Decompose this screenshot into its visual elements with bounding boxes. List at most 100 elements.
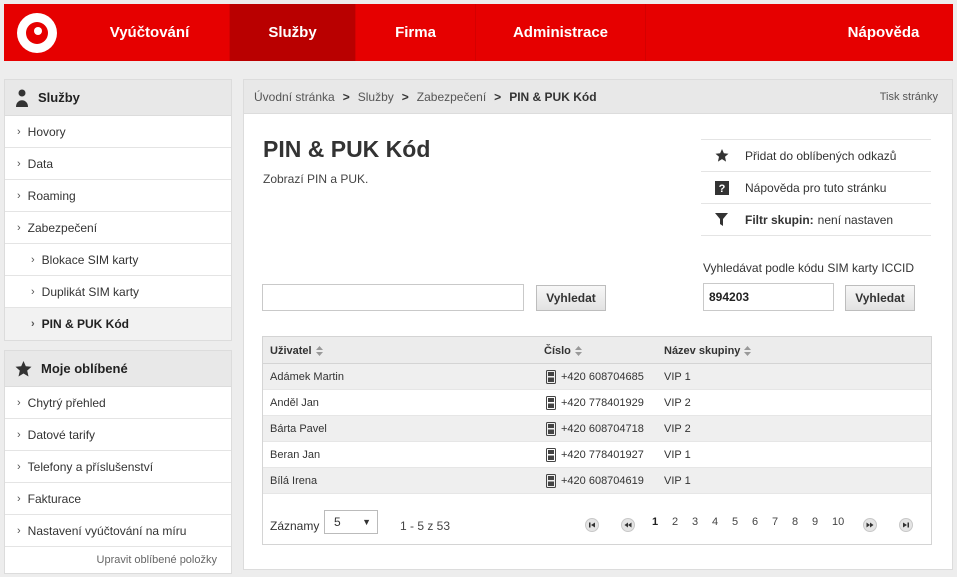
sidebar-item-label: Roaming bbox=[27, 188, 76, 203]
page-link-1[interactable]: 1 bbox=[652, 516, 658, 528]
page-link-10[interactable]: 10 bbox=[832, 516, 844, 528]
page-link-2[interactable]: 2 bbox=[672, 516, 678, 528]
nav-administrace[interactable]: Administrace bbox=[476, 4, 646, 61]
logo-cell[interactable] bbox=[4, 4, 70, 61]
group-filter-action[interactable]: Filtr skupin: není nastaven bbox=[701, 204, 931, 236]
table-row[interactable]: Bílá Irena +420 608704619 VIP 1 bbox=[263, 468, 931, 494]
page-link-6[interactable]: 6 bbox=[752, 516, 758, 528]
page-help-action[interactable]: ? Nápověda pro tuto stránku bbox=[701, 172, 931, 204]
column-header-label: Název skupiny bbox=[664, 344, 741, 357]
chevron-right-icon: › bbox=[17, 396, 21, 409]
last-page-icon[interactable] bbox=[899, 518, 913, 532]
cell-group: VIP 1 bbox=[664, 449, 691, 461]
page-link-9[interactable]: 9 bbox=[812, 516, 818, 528]
sidebar-item-zabezpeceni[interactable]: › Zabezpečení bbox=[5, 212, 231, 244]
sort-icon bbox=[744, 345, 752, 356]
main-content: Úvodní stránka > Služby > Zabezpečení > … bbox=[243, 79, 953, 570]
sidebar-item-label: Data bbox=[27, 156, 54, 171]
sort-icon bbox=[315, 345, 323, 356]
print-page-link[interactable]: Tisk stránky bbox=[880, 91, 938, 103]
table-row[interactable]: Bárta Pavel +420 608704718 VIP 2 bbox=[263, 416, 931, 442]
sidebar-item-label: Hovory bbox=[27, 124, 66, 139]
page-link-5[interactable]: 5 bbox=[732, 516, 738, 528]
svg-text:?: ? bbox=[719, 183, 726, 195]
group-filter-value: není nastaven bbox=[817, 212, 894, 227]
nav-vyuctovani[interactable]: Vyúčtování bbox=[70, 4, 230, 61]
cell-number-text: +420 778401927 bbox=[561, 449, 644, 461]
phone-icon bbox=[546, 474, 556, 488]
iccid-search-input[interactable] bbox=[703, 283, 834, 311]
sidebar-item-hovory[interactable]: › Hovory bbox=[5, 116, 231, 148]
nav-sluzby[interactable]: Služby bbox=[230, 4, 356, 61]
table-row[interactable]: Adámek Martin +420 608704685 VIP 1 bbox=[263, 364, 931, 390]
favorite-item-fakturace[interactable]: › Fakturace bbox=[5, 483, 231, 515]
star-icon bbox=[15, 360, 32, 376]
cell-user: Anděl Jan bbox=[270, 397, 319, 409]
chevron-right-icon: › bbox=[17, 157, 21, 170]
page-help-label: Nápověda pro tuto stránku bbox=[745, 180, 887, 195]
chevron-right-icon: › bbox=[17, 428, 21, 441]
favorite-item-label: Chytrý přehled bbox=[27, 395, 106, 410]
sidebar-favorites-header: Moje oblíbené bbox=[5, 351, 231, 387]
sidebar-item-data[interactable]: › Data bbox=[5, 148, 231, 180]
vodafone-logo[interactable] bbox=[17, 12, 57, 53]
page-link-3[interactable]: 3 bbox=[692, 516, 698, 528]
table-row[interactable]: Beran Jan +420 778401927 VIP 1 bbox=[263, 442, 931, 468]
table-header: Uživatel Číslo Název skupiny bbox=[263, 337, 931, 364]
cell-number: +420 608704619 bbox=[546, 468, 644, 494]
edit-favorites-link[interactable]: Upravit oblíbené položky bbox=[5, 547, 231, 573]
favorite-item-nastaveni-vyuctovani[interactable]: › Nastavení vyúčtování na míru bbox=[5, 515, 231, 547]
help-icon: ? bbox=[715, 180, 741, 195]
column-header-group[interactable]: Název skupiny bbox=[664, 337, 752, 364]
column-header-number[interactable]: Číslo bbox=[544, 337, 582, 364]
next-page-icon[interactable] bbox=[863, 518, 877, 532]
sidebar-item-roaming[interactable]: › Roaming bbox=[5, 180, 231, 212]
breadcrumb-separator: > bbox=[494, 89, 502, 104]
table-row[interactable]: Anděl Jan +420 778401929 VIP 2 bbox=[263, 390, 931, 416]
chevron-right-icon: › bbox=[17, 125, 21, 138]
breadcrumb-zabezpeceni[interactable]: Zabezpečení bbox=[417, 90, 486, 104]
breadcrumb-sluzby[interactable]: Služby bbox=[358, 90, 394, 104]
user-icon bbox=[16, 89, 28, 107]
nav-firma[interactable]: Firma bbox=[356, 4, 476, 61]
favorite-item-chytry-prehled[interactable]: › Chytrý přehled bbox=[5, 387, 231, 419]
phone-icon bbox=[546, 448, 556, 462]
column-header-label: Číslo bbox=[544, 344, 571, 357]
sidebar-favorites: Moje oblíbené › Chytrý přehled › Datové ta… bbox=[4, 350, 232, 574]
cell-number-text: +420 608704619 bbox=[561, 475, 644, 487]
breadcrumb-home[interactable]: Úvodní stránka bbox=[254, 90, 335, 104]
chevron-right-icon: › bbox=[17, 221, 21, 234]
cell-user: Bárta Pavel bbox=[270, 423, 327, 435]
page-link-7[interactable]: 7 bbox=[772, 516, 778, 528]
first-page-icon[interactable] bbox=[585, 518, 599, 532]
sidebar-services-header: Služby bbox=[5, 80, 231, 116]
records-per-page-select[interactable]: 5 ▼ bbox=[324, 510, 378, 534]
chevron-right-icon: › bbox=[31, 253, 35, 266]
prev-page-icon[interactable] bbox=[621, 518, 635, 532]
add-favorite-action[interactable]: Přidat do oblíbených odkazů bbox=[701, 140, 931, 172]
search-button[interactable]: Vyhledat bbox=[536, 285, 606, 311]
sidebar-item-duplikat-sim[interactable]: › Duplikát SIM karty bbox=[5, 276, 231, 308]
favorite-item-datove-tarify[interactable]: › Datové tarify bbox=[5, 419, 231, 451]
favorite-item-label: Telefony a příslušenství bbox=[27, 459, 154, 474]
iccid-search-button[interactable]: Vyhledat bbox=[845, 285, 915, 311]
sidebar-item-label: Zabezpečení bbox=[27, 220, 98, 235]
sidebar-item-label: Duplikát SIM karty bbox=[41, 284, 140, 299]
sidebar-favorites-title: Moje oblíbené bbox=[41, 361, 128, 376]
sim-table: Uživatel Číslo Název skupiny Adámek Mart… bbox=[262, 336, 932, 545]
column-header-label: Uživatel bbox=[270, 344, 312, 357]
sidebar-item-blokace-sim[interactable]: › Blokace SIM karty bbox=[5, 244, 231, 276]
favorite-item-label: Fakturace bbox=[27, 491, 82, 506]
iccid-search-label: Vyhledávat podle kódu SIM karty ICCID bbox=[703, 261, 914, 275]
column-header-user[interactable]: Uživatel bbox=[270, 337, 323, 364]
page-link-4[interactable]: 4 bbox=[712, 516, 718, 528]
favorite-item-telefony[interactable]: › Telefony a příslušenství bbox=[5, 451, 231, 483]
page-title: PIN & PUK Kód bbox=[263, 136, 431, 162]
search-input[interactable] bbox=[262, 284, 524, 311]
cell-group: VIP 1 bbox=[664, 475, 691, 487]
sidebar-item-pin-puk[interactable]: › PIN & PUK Kód bbox=[5, 308, 231, 340]
page-link-8[interactable]: 8 bbox=[792, 516, 798, 528]
nav-napoveda[interactable]: Nápověda bbox=[814, 4, 953, 61]
page-description: Zobrazí PIN a PUK. bbox=[263, 172, 369, 186]
cell-number: +420 608704685 bbox=[546, 364, 644, 390]
